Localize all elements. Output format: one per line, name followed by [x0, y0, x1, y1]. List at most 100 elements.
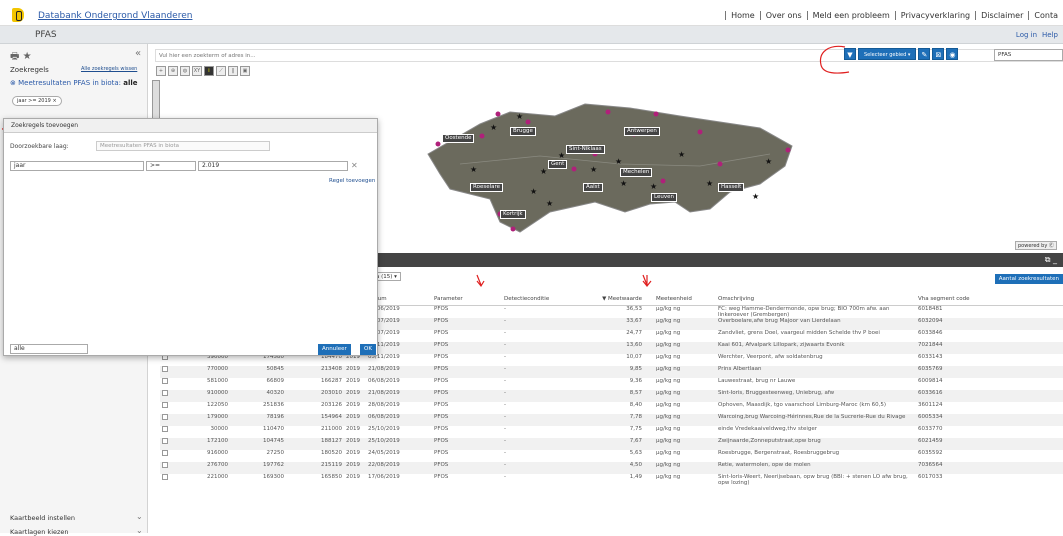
row-checkbox-input[interactable]	[162, 377, 168, 384]
row-checkbox[interactable]	[160, 449, 178, 462]
kaartbeeld-instellen[interactable]: Kaartbeeld instellen	[10, 514, 75, 522]
row-checkbox[interactable]	[160, 437, 178, 450]
row-checkbox[interactable]	[160, 377, 178, 390]
filter-chip[interactable]: jaar >= 2019 ×	[12, 96, 62, 106]
chevron-down-icon[interactable]: ⌄	[136, 526, 143, 535]
info-icon[interactable]: i	[204, 66, 214, 76]
row-checkbox-input[interactable]	[162, 437, 168, 444]
row-checkbox[interactable]	[160, 461, 178, 474]
star-icon[interactable]: ★	[23, 51, 32, 62]
pause-icon[interactable]: ‖	[228, 66, 238, 76]
row-checkbox[interactable]	[160, 413, 178, 426]
value-input[interactable]: 2.019	[198, 161, 348, 171]
remove-rule-icon[interactable]: ✕	[351, 161, 358, 170]
globe-icon[interactable]: ◍	[180, 66, 190, 76]
col-omschrijving[interactable]: Omschrijving	[716, 293, 916, 306]
row-checkbox[interactable]	[160, 389, 178, 402]
ok-button[interactable]: OK	[360, 344, 376, 355]
table-row[interactable]: 172100 104745 188127 2019 25/10/2019 PFOS -7,6…	[160, 437, 1063, 450]
field-select[interactable]: jaar	[10, 161, 144, 171]
brand-link[interactable]: Databank Ondergrond Vlaanderen	[38, 11, 192, 21]
nav-privacy[interactable]: Privacyverklaring	[894, 11, 976, 20]
row-checkbox-input[interactable]	[162, 473, 168, 480]
cell-parameter: PFOS	[434, 449, 449, 456]
cell-detectieconditie: -	[504, 425, 506, 432]
image-icon[interactable]: ▣	[240, 66, 250, 76]
layer-select[interactable]: PFAS	[994, 49, 1063, 61]
clear-rules-link[interactable]: Alle zoekregels wissen	[81, 66, 137, 72]
cell-meeteenheid: µg/kg ng	[644, 341, 716, 354]
layer-dropdown[interactable]: Meetresultaten PFAS in biota	[96, 141, 270, 151]
row-checkbox[interactable]	[160, 401, 178, 414]
table-row[interactable]: 581000 66809 166287 2019 06/08/2019 PFOS - 9,36…	[160, 377, 1063, 390]
cancel-button[interactable]: Annuleer	[318, 344, 351, 355]
select-tool-icon[interactable]: ✎	[918, 48, 931, 60]
nav-over-ons[interactable]: Over ons	[759, 11, 807, 20]
table-row[interactable]: 770000 50845 213408 2019 21/08/2019 PFOS -9,85…	[160, 365, 1063, 378]
combine-select[interactable]: alle	[10, 344, 88, 354]
popout-icon[interactable]: ⧉	[1045, 255, 1051, 264]
table-row[interactable]: 910000 40320 203010 2019 21/08/2019 PFOS -8,57…	[160, 389, 1063, 402]
cell-meeteenheid: µg/kg ng	[656, 449, 681, 456]
add-rule-link[interactable]: Regel toevoegen	[329, 178, 375, 184]
results-count-button[interactable]: Aantal zoekresultaten	[994, 274, 1063, 284]
row-checkbox-input[interactable]	[162, 401, 168, 408]
select-area-button[interactable]: Selecteer gebied ▾	[858, 48, 917, 60]
nav-contact[interactable]: Conta	[1028, 11, 1063, 20]
layers-icon[interactable]: ◉	[946, 48, 959, 60]
cell-meeteenheid: µg/kg ng	[644, 365, 716, 378]
row-checkbox-input[interactable]	[162, 365, 168, 372]
map-canvas[interactable]: ★ ★ ★ ★ ★ ★ ★ ★ ★ ★ ★ ★ ★ ★ ★	[420, 94, 800, 244]
measure-icon[interactable]: ⟋	[216, 66, 226, 76]
col-meetwaarde[interactable]: ▼ Meetwaarde	[586, 293, 644, 306]
delete-icon[interactable]: ⊠	[932, 48, 945, 60]
operator-select[interactable]: >=	[146, 161, 196, 171]
table-row[interactable]: 30000 110470 211000 2019 25/10/2019 PFOS - 7,75…	[160, 425, 1063, 438]
row-checkbox[interactable]	[160, 425, 178, 438]
row-checkbox-input[interactable]	[162, 389, 168, 396]
cell-meetwaarde: 5,63	[629, 449, 642, 456]
nav-meld-probleem[interactable]: Meld een probleem	[806, 11, 895, 20]
chevron-down-icon[interactable]: ⌄	[136, 512, 143, 521]
table-row[interactable]: 122050 251836 203126 2019 28/08/2019 PFOS - 8,4…	[160, 401, 1063, 414]
zoom-slider[interactable]	[152, 80, 160, 120]
cell-detectieconditie: -	[502, 413, 586, 426]
nav-disclaimer[interactable]: Disclaimer	[975, 11, 1029, 20]
table-row[interactable]: 179000 78196 154964 2019 06/08/2019 PFOS -7,78…	[160, 413, 1063, 426]
table-row[interactable]: 276700 197762 215119 2019 22/08/2019 PFOS -4,5…	[160, 461, 1063, 474]
layer-scope[interactable]: alle	[123, 79, 137, 87]
row-checkbox-input[interactable]	[162, 413, 168, 420]
layer-name[interactable]: Meetresultaten PFAS in biota:	[18, 79, 121, 87]
row-checkbox-input[interactable]	[162, 449, 168, 456]
row-checkbox-input[interactable]	[162, 461, 168, 468]
col-detectieconditie[interactable]: Detectieconditie	[502, 293, 586, 306]
cell-meetwaarde: 1,49	[629, 473, 642, 480]
row-checkbox[interactable]	[160, 473, 178, 486]
map-tools: + ⊕ ◍ XY i ⟋ ‖ ▣	[156, 66, 252, 77]
kaartlagen-kiezen[interactable]: Kaartlagen kiezen	[10, 528, 69, 536]
row-checkbox-input[interactable]	[162, 425, 168, 432]
collapse-sidebar-icon[interactable]: «	[135, 48, 141, 59]
col-parameter[interactable]: Parameter	[432, 293, 502, 306]
cell-y: 211000	[321, 425, 342, 432]
help-link[interactable]: Help	[1042, 31, 1058, 39]
table-row[interactable]: 221000 169300 165850 2019 17/06/2019 PFOS - 1,4…	[160, 473, 1063, 486]
zoom-in-icon[interactable]: +	[156, 66, 166, 76]
cell-jaar: 2019	[346, 473, 360, 480]
row-checkbox[interactable]	[160, 365, 178, 378]
dialog-title: Zoekregels toevoegen	[4, 119, 377, 133]
col-vha-segment[interactable]: Vha segment code	[916, 293, 1063, 306]
zoom-extent-icon[interactable]: ⊕	[168, 66, 178, 76]
login-link[interactable]: Log in	[1016, 31, 1037, 39]
dov-logo-icon[interactable]	[12, 8, 24, 22]
print-icon[interactable]: 🖶	[10, 51, 19, 62]
cell-meeteenheid: µg/kg ng	[644, 437, 716, 450]
xy-icon[interactable]: XY	[192, 66, 202, 76]
nav-home[interactable]: Home	[725, 11, 760, 20]
cell-y: 180520	[321, 449, 342, 456]
cell-y: 188127	[286, 437, 344, 450]
remove-layer-icon[interactable]: ⊗	[10, 79, 16, 87]
table-row[interactable]: 916000 27250 180520 2019 24/05/2019 PFOS - 5,63…	[160, 449, 1063, 462]
minimize-icon[interactable]: _	[1053, 255, 1057, 264]
col-meeteenheid[interactable]: Meeteenheid	[644, 293, 716, 306]
